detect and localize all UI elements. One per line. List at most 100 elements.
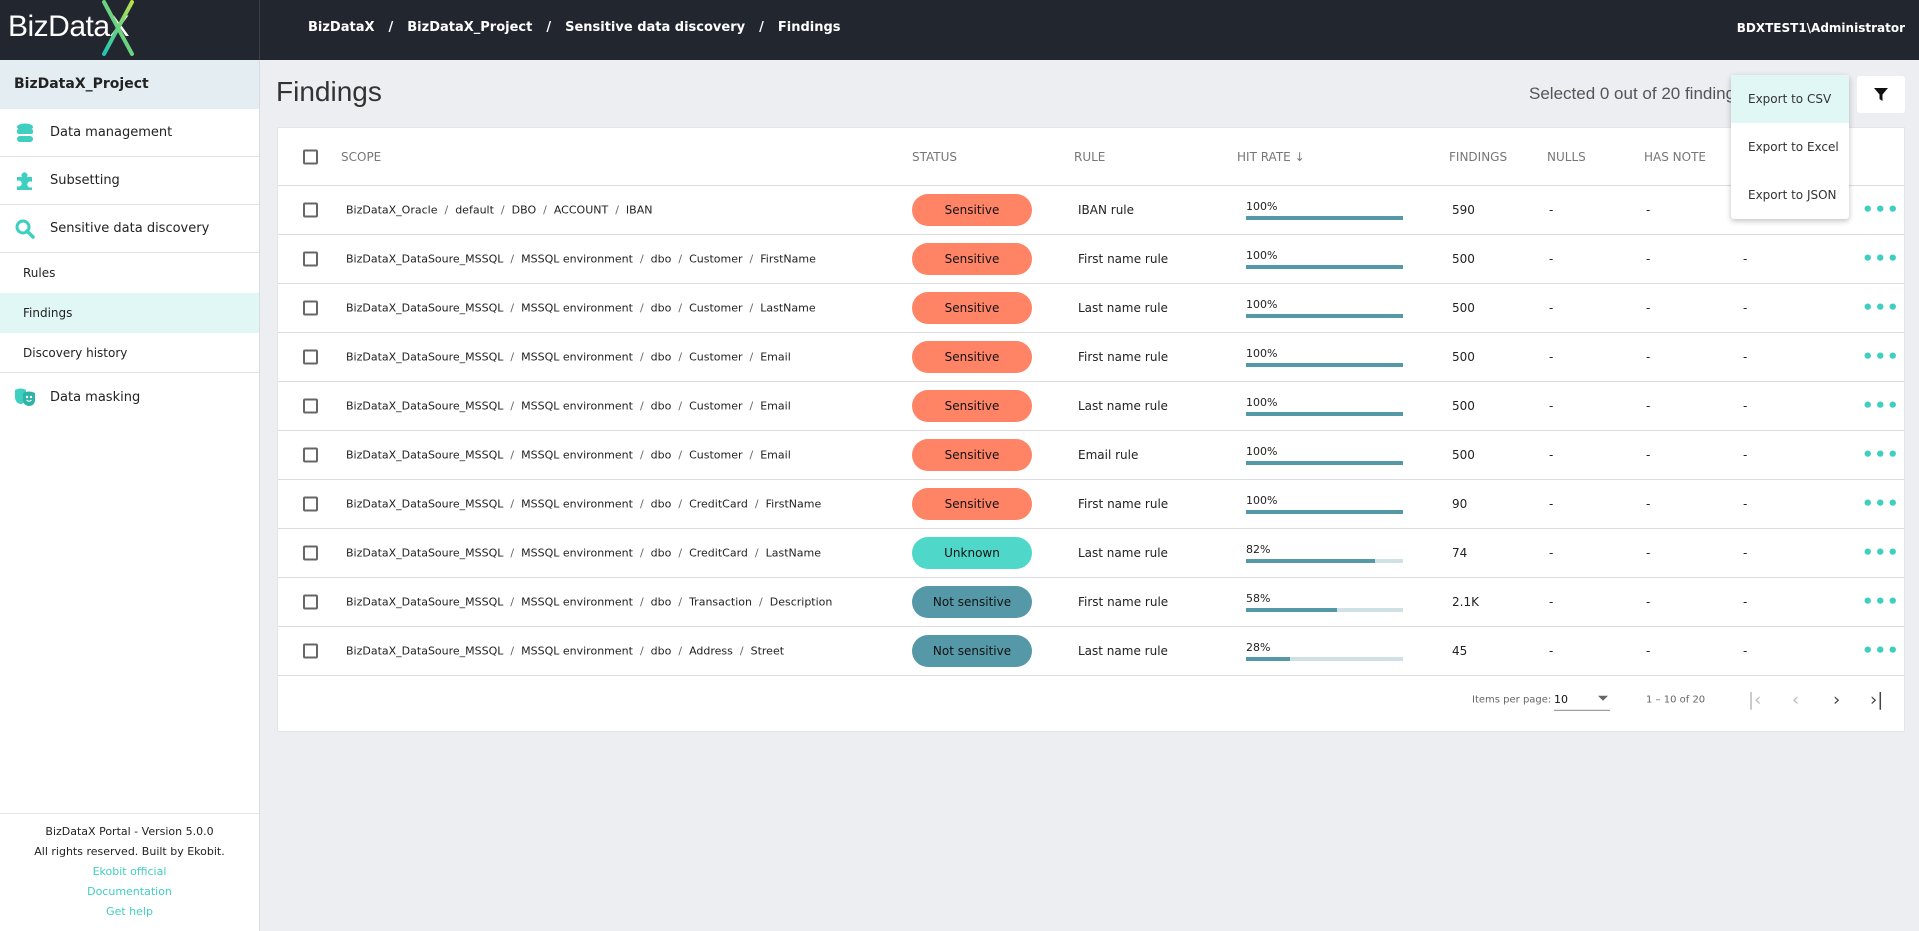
more-actions-icon[interactable]: ••• — [1862, 543, 1900, 564]
scope-segment: Customer — [689, 448, 743, 462]
previous-page-button[interactable]: ‹ — [1792, 690, 1799, 711]
export-csv-item[interactable]: Export to CSV — [1731, 75, 1849, 123]
items-per-page-select[interactable]: 10 — [1554, 693, 1610, 711]
sidebar-subitem-discovery-history[interactable]: Discovery history — [0, 333, 259, 373]
sidebar-subitem-findings[interactable]: Findings — [0, 293, 259, 333]
column-rule[interactable]: RULE — [1074, 150, 1105, 164]
extra-value: - — [1743, 497, 1748, 511]
row-checkbox[interactable] — [303, 545, 318, 561]
column-has-note[interactable]: HAS NOTE — [1644, 150, 1706, 164]
table-row[interactable]: BizDataX_DataSoure_MSSQL / MSSQL environme… — [278, 333, 1904, 382]
first-page-button[interactable]: |‹ — [1748, 690, 1761, 711]
scope-segment: Street — [750, 644, 785, 658]
rule-name[interactable]: First name rule — [1078, 350, 1168, 364]
row-checkbox[interactable] — [303, 300, 318, 316]
breadcrumb-item: Findings — [777, 20, 841, 35]
get-help-link[interactable]: Get help — [0, 902, 259, 922]
table-row[interactable]: BizDataX_DataSoure_MSSQL / MSSQL environme… — [278, 235, 1904, 284]
column-scope[interactable]: SCOPE — [341, 150, 381, 164]
next-page-button[interactable]: › — [1833, 690, 1840, 711]
row-checkbox[interactable] — [303, 447, 318, 463]
rule-name[interactable]: First name rule — [1078, 595, 1168, 609]
export-excel-item[interactable]: Export to Excel — [1731, 123, 1849, 171]
scope-segment: Customer — [689, 399, 743, 413]
status-badge: Sensitive — [912, 292, 1032, 324]
logo[interactable]: BizDataX — [0, 0, 260, 60]
more-actions-icon[interactable]: ••• — [1862, 494, 1900, 515]
sidebar-item-data-management[interactable]: Data management — [0, 109, 259, 157]
scope-segment: BizDataX_DataSoure_MSSQL — [346, 644, 504, 658]
hit-rate-track — [1246, 314, 1403, 318]
more-actions-icon[interactable]: ••• — [1862, 641, 1900, 662]
items-per-page-label: Items per page: — [1472, 694, 1552, 706]
sidebar-subitem-rules[interactable]: Rules — [0, 253, 259, 293]
sidebar-item-data-masking[interactable]: Data masking — [0, 373, 259, 421]
has-note-value: - — [1646, 252, 1651, 266]
row-checkbox[interactable] — [303, 398, 318, 414]
select-all-checkbox[interactable] — [303, 149, 318, 164]
logo-x-icon — [102, 0, 134, 56]
findings-count: 500 — [1452, 350, 1475, 364]
rule-name[interactable]: Last name rule — [1078, 546, 1168, 560]
documentation-link[interactable]: Documentation — [0, 882, 259, 902]
table-row[interactable]: BizDataX_Oracle / default / DBO / ACCOUNT / IBAN… — [278, 186, 1904, 235]
column-findings[interactable]: FINDINGS — [1449, 150, 1507, 164]
page-title: Findings — [276, 76, 382, 107]
table-row[interactable]: BizDataX_DataSoure_MSSQL / MSSQL environme… — [278, 480, 1904, 529]
rule-name[interactable]: Last name rule — [1078, 644, 1168, 658]
rule-name[interactable]: IBAN rule — [1078, 203, 1134, 217]
row-checkbox[interactable] — [303, 643, 318, 659]
selection-count: Selected 0 out of 20 findings — [1529, 84, 1744, 103]
status-badge: Sensitive — [912, 194, 1032, 226]
rule-name[interactable]: First name rule — [1078, 252, 1168, 266]
hit-rate-track — [1246, 265, 1403, 269]
scope-segment: Description — [769, 595, 833, 609]
has-note-value: - — [1646, 546, 1651, 560]
column-status[interactable]: STATUS — [912, 150, 957, 164]
export-menu: Export to CSV Export to Excel Export to … — [1731, 75, 1849, 219]
breadcrumb-item[interactable]: BizDataX_Project — [407, 20, 532, 35]
table-row[interactable]: BizDataX_DataSoure_MSSQL / MSSQL environme… — [278, 431, 1904, 480]
more-actions-icon[interactable]: ••• — [1862, 445, 1900, 466]
hit-rate-fill — [1246, 314, 1403, 318]
row-checkbox[interactable] — [303, 202, 318, 218]
breadcrumb-item[interactable]: BizDataX — [308, 20, 375, 35]
row-checkbox[interactable] — [303, 496, 318, 512]
scope-segment: BizDataX_DataSoure_MSSQL — [346, 448, 504, 462]
more-actions-icon[interactable]: ••• — [1862, 249, 1900, 270]
scope-segment: LastName — [765, 546, 821, 560]
more-actions-icon[interactable]: ••• — [1862, 298, 1900, 319]
filter-button[interactable] — [1857, 76, 1905, 113]
has-note-value: - — [1646, 399, 1651, 413]
scope-segment: BizDataX_Oracle — [346, 203, 438, 217]
row-checkbox[interactable] — [303, 594, 318, 610]
row-checkbox[interactable] — [303, 349, 318, 365]
more-actions-icon[interactable]: ••• — [1862, 396, 1900, 417]
column-nulls[interactable]: NULLS — [1547, 150, 1586, 164]
breadcrumb-item[interactable]: Sensitive data discovery — [565, 20, 745, 35]
column-hit-rate[interactable]: HIT RATE ↓ — [1237, 150, 1305, 164]
user-name[interactable]: BDXTEST1\Administrator — [1737, 21, 1905, 35]
table-row[interactable]: BizDataX_DataSoure_MSSQL / MSSQL environme… — [278, 284, 1904, 333]
more-actions-icon[interactable]: ••• — [1862, 200, 1900, 221]
sidebar-item-subsetting[interactable]: Subsetting — [0, 157, 259, 205]
filter-icon — [1874, 88, 1888, 101]
more-actions-icon[interactable]: ••• — [1862, 592, 1900, 613]
ekobit-official-link[interactable]: Ekobit official — [0, 862, 259, 882]
more-actions-icon[interactable]: ••• — [1862, 347, 1900, 368]
rule-name[interactable]: Last name rule — [1078, 399, 1168, 413]
rule-name[interactable]: Last name rule — [1078, 301, 1168, 315]
table-row[interactable]: BizDataX_DataSoure_MSSQL / MSSQL environme… — [278, 578, 1904, 627]
last-page-button[interactable]: ›| — [1870, 690, 1883, 711]
top-bar: BizDataX BizDataX / BizDataX_Project / Sen… — [0, 0, 1919, 60]
row-checkbox[interactable] — [303, 251, 318, 267]
extra-value: - — [1743, 448, 1748, 462]
table-row[interactable]: BizDataX_DataSoure_MSSQL / MSSQL environme… — [278, 529, 1904, 578]
table-row[interactable]: BizDataX_DataSoure_MSSQL / MSSQL environme… — [278, 382, 1904, 431]
sidebar-item-sensitive-data-discovery[interactable]: Sensitive data discovery — [0, 205, 259, 253]
export-json-item[interactable]: Export to JSON — [1731, 171, 1849, 219]
scope-segment: FirstName — [765, 497, 822, 511]
rule-name[interactable]: Email rule — [1078, 448, 1138, 462]
hit-rate-fill — [1246, 216, 1403, 220]
rule-name[interactable]: First name rule — [1078, 497, 1168, 511]
